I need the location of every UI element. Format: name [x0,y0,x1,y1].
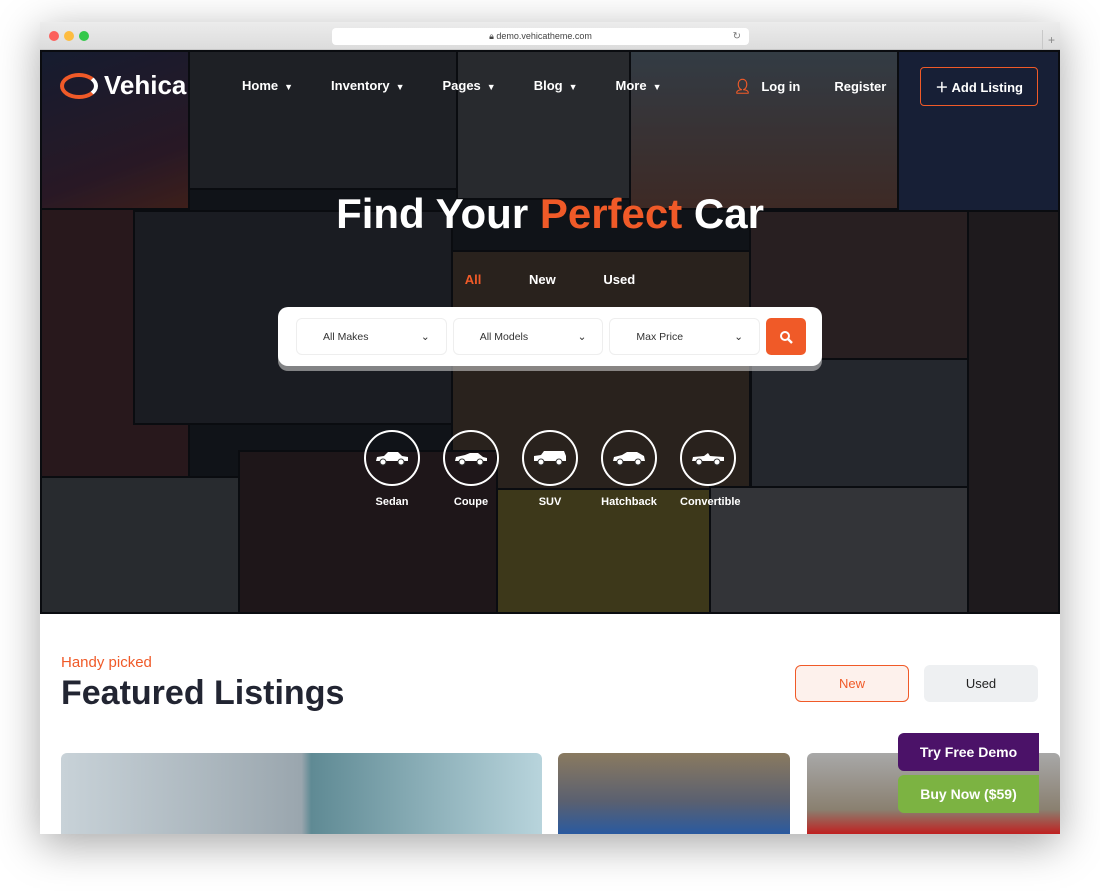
url-text: demo.vehicatheme.com [496,31,592,41]
hatchback-icon [613,452,645,466]
section-title: Featured Listings [61,674,345,712]
nav-home[interactable]: Home ▼ [242,78,293,93]
search-icon [780,330,793,344]
models-select[interactable]: All Models ⌄ [452,318,604,355]
nav-label: Home [242,78,279,93]
maximize-window-button[interactable] [79,31,89,41]
max-price-select[interactable]: Max Price ⌄ [609,318,761,355]
browser-window: 🔒︎ demo.vehicatheme.com ↻ + Vehica Home ▼ … [40,22,1060,834]
body-type-label: Coupe [453,496,489,508]
title-part: Find Your [336,190,540,237]
chevron-down-icon: ▼ [284,82,294,92]
add-listing-button[interactable]: ＋ Add Listing [920,67,1038,106]
body-type-hatchback[interactable]: Hatchback [601,430,657,508]
suv-icon [534,451,566,466]
chevron-down-icon: ▼ [568,82,578,92]
title-accent: Perfect [539,190,683,237]
body-type-label: SUV [538,496,562,508]
convertible-icon [692,453,724,466]
login-link[interactable]: Log in [761,79,800,94]
featured-section: Handy picked Featured Listings New Used … [40,614,1060,834]
address-bar[interactable]: 🔒︎ demo.vehicatheme.com ↻ [332,28,749,45]
buy-now-button[interactable]: Buy Now ($59) [898,775,1039,813]
new-tab-button[interactable]: + [1042,30,1060,50]
tab-all[interactable]: All [465,272,482,287]
body-type-convertible[interactable]: Convertible [680,430,741,508]
logo[interactable]: Vehica [60,70,186,101]
listing-card-image[interactable] [558,753,790,834]
body-type-list: Sedan Coupe SUV Hatchback Convertible [364,430,741,508]
sedan-icon [376,452,408,466]
reload-icon[interactable]: ↻ [733,28,741,45]
chevron-down-icon: ⌄ [577,330,587,343]
logo-text: Vehica [104,70,187,100]
main-nav: Vehica Home ▼ Inventory ▼ Pages ▼ Blog ▼ Mor… [40,50,1060,120]
nav-label: Inventory [331,78,390,93]
browser-titlebar: 🔒︎ demo.vehicatheme.com ↻ + [40,22,1060,50]
chevron-down-icon: ▼ [395,82,405,92]
chevron-down-icon: ▼ [652,82,662,92]
try-free-demo-button[interactable]: Try Free Demo [898,733,1039,771]
body-type-sedan[interactable]: Sedan [364,430,420,508]
featured-tab-new[interactable]: New [795,665,909,702]
select-value: Max Price [636,330,684,343]
condition-tabs: All New Used [40,272,1060,287]
hero-title: Find Your Perfect Car [40,190,1060,238]
tab-new[interactable]: New [529,272,556,287]
close-window-button[interactable] [49,31,59,41]
nav-inventory[interactable]: Inventory ▼ [331,78,404,93]
plus-icon: ＋ [935,80,952,95]
select-value: All Models [479,330,529,343]
user-icon: 👤︎ [733,78,752,94]
add-listing-label: Add Listing [951,80,1024,95]
makes-select[interactable]: All Makes ⌄ [296,318,447,355]
nav-label: Pages [442,78,481,93]
tab-used[interactable]: Used [603,272,635,287]
body-type-suv[interactable]: SUV [522,430,578,508]
title-part: Car [682,190,764,237]
nav-pages[interactable]: Pages ▼ [442,78,495,93]
body-type-label: Convertible [680,496,741,508]
body-type-label: Hatchback [601,496,657,508]
register-link[interactable]: Register [834,79,886,94]
nav-label: Blog [533,78,563,93]
search-form: All Makes ⌄ All Models ⌄ Max Price ⌄ [278,307,822,366]
body-type-coupe[interactable]: Coupe [443,430,499,508]
listing-card-image[interactable] [61,753,542,834]
section-eyebrow: Handy picked [61,654,152,671]
chevron-down-icon: ▼ [486,82,496,92]
hero-section: Vehica Home ▼ Inventory ▼ Pages ▼ Blog ▼ Mor… [40,50,1060,614]
search-button[interactable] [766,318,806,355]
body-type-label: Sedan [375,496,409,508]
select-value: All Makes [323,330,369,343]
coupe-icon [455,453,487,466]
nav-label: More [615,78,647,93]
nav-blog[interactable]: Blog ▼ [534,78,578,93]
chevron-down-icon: ⌄ [420,330,430,343]
logo-car-icon [60,72,98,99]
chevron-down-icon: ⌄ [734,330,744,343]
nav-more[interactable]: More ▼ [616,78,662,93]
minimize-window-button[interactable] [64,31,74,41]
featured-tab-used[interactable]: Used [924,665,1038,702]
